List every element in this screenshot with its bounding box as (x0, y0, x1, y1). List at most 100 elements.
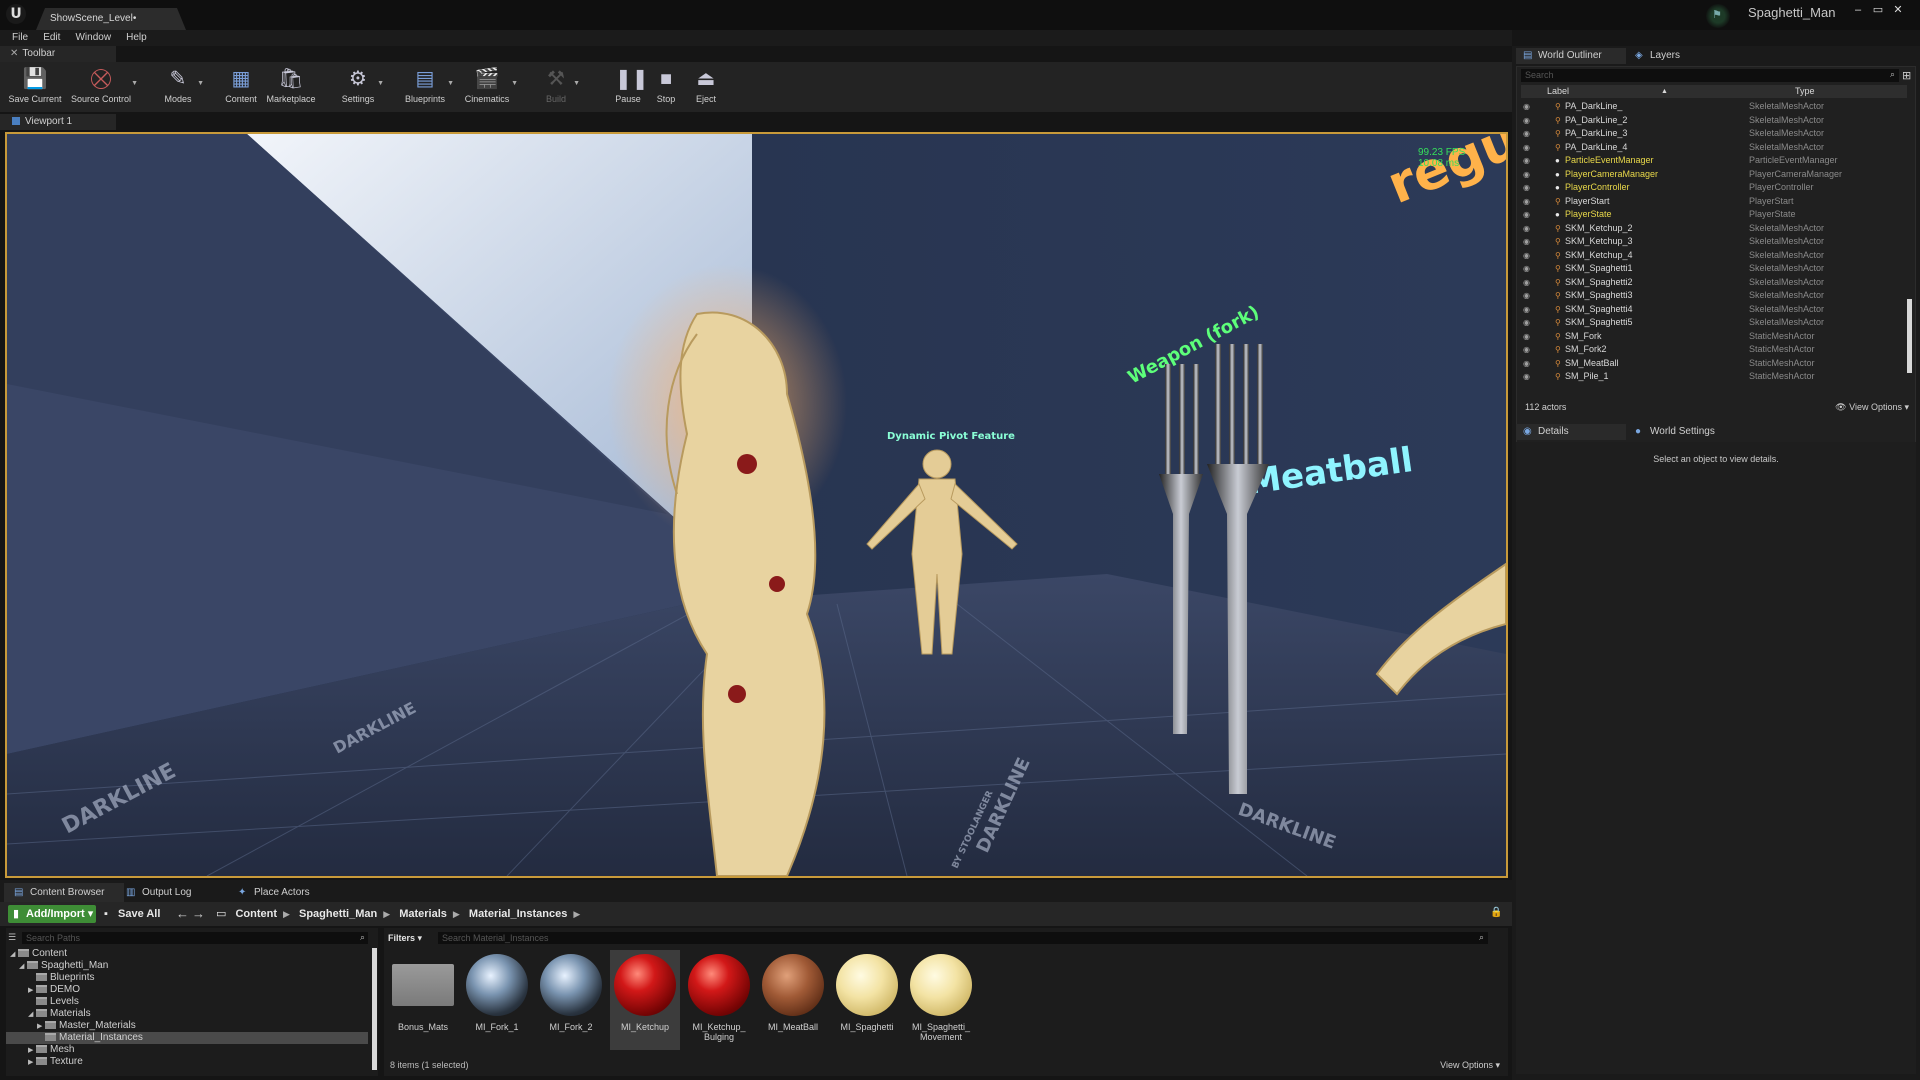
tree-folder[interactable]: ◢ Spaghetti_Man (6, 960, 368, 972)
material-asset-tile[interactable]: MI_Spaghetti_ Movement (906, 950, 976, 1050)
tab-details[interactable]: ◉ Details (1516, 424, 1626, 440)
visibility-eye-icon[interactable]: ◉ (1523, 114, 1530, 128)
tree-folder[interactable]: Material_Instances (6, 1032, 368, 1044)
material-asset-tile[interactable]: MI_Spaghetti (832, 950, 902, 1050)
blueprints-button[interactable]: ▤ Blueprints ▼ (402, 66, 454, 110)
outliner-search-input[interactable]: Search ⌕ (1521, 69, 1899, 82)
visibility-eye-icon[interactable]: ◉ (1523, 235, 1530, 249)
sources-toggle-icon[interactable]: ☰ (8, 932, 16, 943)
tree-folder[interactable]: Levels (6, 996, 368, 1008)
tab-output-log[interactable]: ▥ Output Log (116, 883, 216, 902)
visibility-eye-icon[interactable]: ◉ (1523, 154, 1530, 168)
outliner-row[interactable]: ◉ ⚲ SM_Fork2 StaticMeshActor (1521, 343, 1897, 357)
chevron-right-icon[interactable]: ▶ (383, 909, 390, 919)
visibility-eye-icon[interactable]: ◉ (1523, 303, 1530, 317)
source-control-button[interactable]: ⛒ Source Control ▼ (70, 66, 138, 110)
material-asset-tile[interactable]: MI_Fork_2 (536, 950, 606, 1050)
outliner-row[interactable]: ◉ ● ParticleEventManager ParticleEventManag… (1521, 154, 1897, 168)
chevron-right-icon[interactable]: ▶ (283, 909, 290, 919)
asset-folder-tile[interactable]: Bonus_Mats (388, 950, 458, 1050)
visibility-eye-icon[interactable]: ◉ (1523, 289, 1530, 303)
material-asset-tile[interactable]: MI_Ketchup_ Bulging (684, 950, 754, 1050)
unreal-logo-icon[interactable]: U (6, 4, 26, 24)
chevron-right-icon[interactable]: ▶ (573, 909, 580, 919)
visibility-eye-icon[interactable]: ◉ (1523, 141, 1530, 155)
visibility-eye-icon[interactable]: ◉ (1523, 249, 1530, 263)
outliner-row[interactable]: ◉ ⚲ SKM_Spaghetti3 SkeletalMeshActor (1521, 289, 1897, 303)
cinematics-button[interactable]: 🎬 Cinematics ▼ (462, 66, 518, 110)
breadcrumb-materials[interactable]: Materials (399, 908, 447, 920)
outliner-row[interactable]: ◉ ● PlayerController PlayerController (1521, 181, 1897, 195)
back-arrow-icon[interactable]: ← (176, 906, 189, 921)
add-import-button[interactable]: ▮ Add/Import ▾ (8, 905, 96, 923)
settings-button[interactable]: ⚙ Settings ▼ (338, 66, 384, 110)
tree-folder[interactable]: ◢ Content (6, 948, 368, 960)
outliner-row[interactable]: ◉ ⚲ PlayerStart PlayerStart (1521, 195, 1897, 209)
tree-folder[interactable]: ▶ Texture (6, 1056, 368, 1068)
search-paths-input[interactable]: Search Paths ⌕ (22, 932, 368, 944)
toolbar-panel-tab[interactable]: ✕ Toolbar (0, 46, 116, 62)
visibility-eye-icon[interactable]: ◉ (1523, 208, 1530, 222)
visibility-eye-icon[interactable]: ◉ (1523, 357, 1530, 371)
tree-folder[interactable]: ▶ DEMO (6, 984, 368, 996)
stop-button[interactable]: ■ Stop (652, 66, 680, 110)
level-viewport[interactable]: DARKLINE DARKLINE DARKLINE DARKLINE BY S… (5, 132, 1508, 878)
menu-file[interactable]: File (12, 30, 28, 46)
content-button[interactable]: ▦ Content (222, 66, 260, 110)
build-button[interactable]: ⚒ Build ▼ (538, 66, 580, 110)
outliner-row[interactable]: ◉ ● PlayerCameraManager PlayerCameraManager (1521, 168, 1897, 182)
outliner-row[interactable]: ◉ ⚲ PA_DarkLine_4 SkeletalMeshActor (1521, 141, 1897, 155)
filters-button[interactable]: Filters ▾ (388, 932, 422, 944)
visibility-eye-icon[interactable]: ◉ (1523, 222, 1530, 236)
save-current-button[interactable]: 💾 Save Current (8, 66, 62, 110)
outliner-row[interactable]: ◉ ⚲ SM_MeatBall StaticMeshActor (1521, 357, 1897, 371)
search-assets-input[interactable]: Search Material_Instances ⌕ (438, 932, 1488, 944)
outliner-row[interactable]: ◉ ⚲ SM_Pile_1 StaticMeshActor (1521, 370, 1897, 384)
close-window-button[interactable]: ✕ (1888, 3, 1908, 17)
visibility-eye-icon[interactable]: ◉ (1523, 262, 1530, 276)
tab-world-settings[interactable]: ● World Settings (1628, 424, 1748, 440)
marketplace-button[interactable]: 🛍 Marketplace (264, 66, 318, 110)
menu-edit[interactable]: Edit (43, 30, 60, 46)
column-type-header[interactable]: Type (1795, 85, 1815, 98)
eject-button[interactable]: ⏏ Eject (690, 66, 722, 110)
outliner-row[interactable]: ◉ ⚲ SKM_Spaghetti5 SkeletalMeshActor (1521, 316, 1897, 330)
expand-arrow-icon[interactable]: ▶ (28, 1057, 36, 1069)
outliner-row[interactable]: ◉ ⚲ PA_DarkLine_2 SkeletalMeshActor (1521, 114, 1897, 128)
viewport-tab[interactable]: Viewport 1 (0, 114, 116, 130)
outliner-view-options-button[interactable]: 👁 View Options ▾ (1835, 402, 1909, 413)
outliner-row[interactable]: ◉ ⚲ SKM_Spaghetti2 SkeletalMeshActor (1521, 276, 1897, 290)
source-control-status-icon[interactable]: ⚑ (1706, 4, 1730, 28)
level-document-tab[interactable]: ShowScene_Level• (36, 8, 186, 30)
pause-button[interactable]: ❚❚ Pause (612, 66, 649, 110)
tree-folder[interactable]: ▶ Mesh (6, 1044, 368, 1056)
tree-folder[interactable]: ▶ Master_Materials (6, 1020, 368, 1032)
modes-button[interactable]: ✎ Modes ▼ (158, 66, 204, 110)
material-asset-tile[interactable]: MI_MeatBall (758, 950, 828, 1050)
outliner-row[interactable]: ◉ ● PlayerState PlayerState (1521, 208, 1897, 222)
visibility-eye-icon[interactable]: ◉ (1523, 316, 1530, 330)
column-label-header[interactable]: Label (1547, 85, 1569, 98)
visibility-eye-icon[interactable]: ◉ (1523, 100, 1530, 114)
tab-place-actors[interactable]: ✦ Place Actors (228, 883, 338, 902)
minimize-button[interactable]: – (1848, 3, 1868, 17)
tab-world-outliner[interactable]: ▤ World Outliner (1516, 48, 1626, 64)
maximize-button[interactable]: ▭ (1868, 3, 1888, 17)
tree-folder[interactable]: ◢ Materials (6, 1008, 368, 1020)
visibility-eye-icon[interactable]: ◉ (1523, 343, 1530, 357)
breadcrumb-spaghetti-man[interactable]: Spaghetti_Man (299, 908, 377, 920)
visibility-eye-icon[interactable]: ◉ (1523, 181, 1530, 195)
visibility-eye-icon[interactable]: ◉ (1523, 127, 1530, 141)
outliner-row[interactable]: ◉ ⚲ SKM_Ketchup_2 SkeletalMeshActor (1521, 222, 1897, 236)
tree-folder[interactable]: Blueprints (6, 972, 368, 984)
outliner-row[interactable]: ◉ ⚲ PA_DarkLine_ SkeletalMeshActor (1521, 100, 1897, 114)
tree-scrollbar[interactable] (372, 948, 377, 1070)
menu-window[interactable]: Window (75, 30, 111, 46)
material-asset-tile[interactable]: MI_Ketchup (610, 950, 680, 1050)
lock-icon[interactable]: 🔒 (1490, 907, 1502, 918)
visibility-eye-icon[interactable]: ◉ (1523, 276, 1530, 290)
outliner-row[interactable]: ◉ ⚲ SKM_Spaghetti1 SkeletalMeshActor (1521, 262, 1897, 276)
material-asset-tile[interactable]: MI_Fork_1 (462, 950, 532, 1050)
menu-help[interactable]: Help (126, 30, 147, 46)
outliner-row[interactable]: ◉ ⚲ SM_Fork StaticMeshActor (1521, 330, 1897, 344)
